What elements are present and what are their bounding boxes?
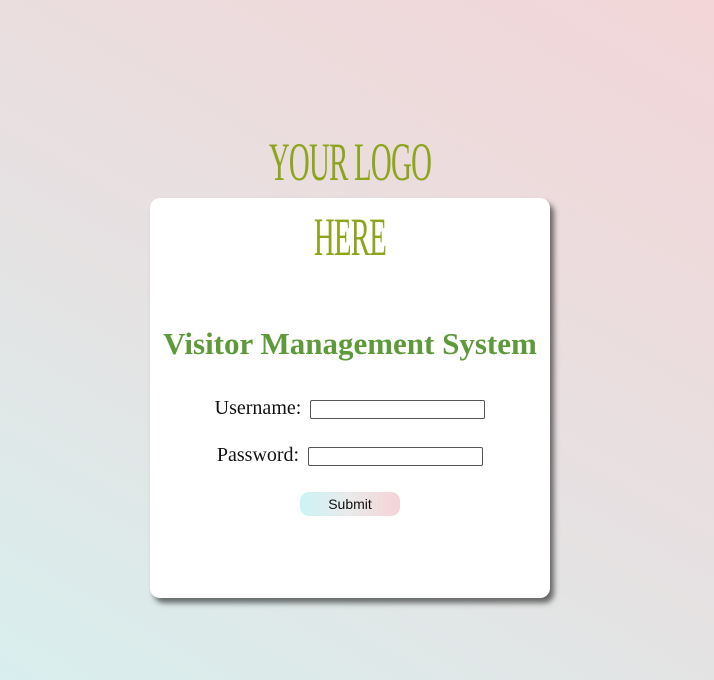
- logo-line-2: HERE: [313, 206, 387, 268]
- submit-button[interactable]: Submit: [300, 492, 400, 516]
- username-input[interactable]: [310, 399, 486, 419]
- password-row: Password:: [150, 444, 550, 467]
- logo-line-1: YOUR LOGO: [268, 131, 432, 193]
- username-label: Username:: [214, 397, 302, 419]
- username-row: Username:: [150, 397, 550, 420]
- page-title: Visitor Management System: [163, 326, 537, 361]
- password-label: Password:: [216, 444, 300, 466]
- password-input[interactable]: [308, 446, 484, 466]
- logo-image: YOUR LOGO HERE: [230, 128, 470, 278]
